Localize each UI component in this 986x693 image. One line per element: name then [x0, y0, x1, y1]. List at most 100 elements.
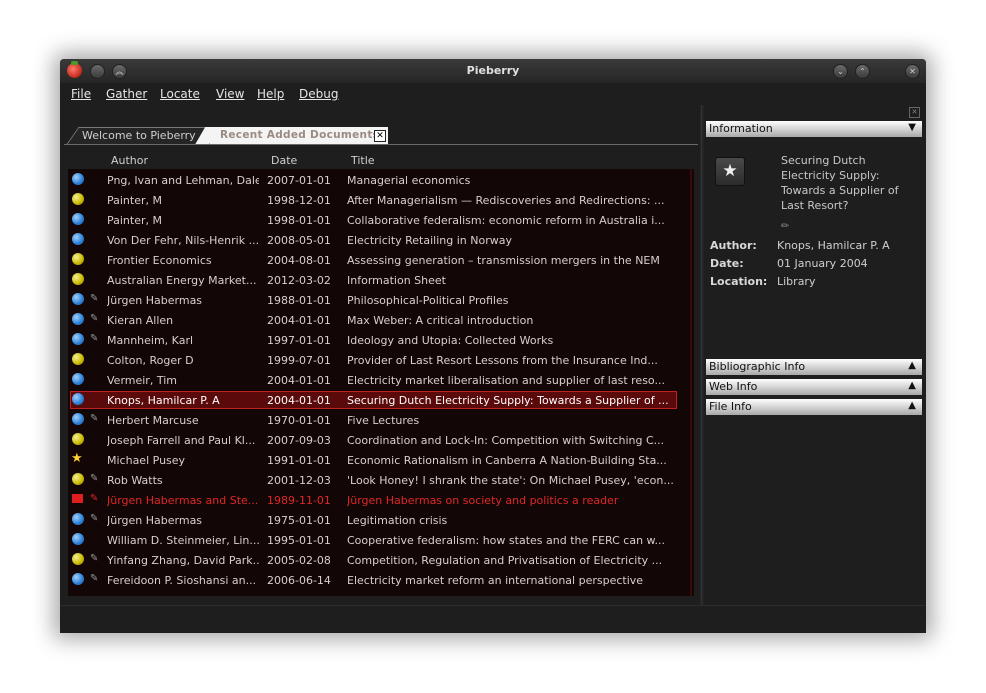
blue-status-icon [72, 333, 84, 345]
table-row[interactable]: ✎ Yinfang Zhang, David Park... 2005-02-08 C… [68, 550, 694, 570]
table-row[interactable]: Png, Ivan and Lehman, Dale 2007-01-01 Mana… [68, 170, 694, 190]
blue-status-icon [72, 413, 84, 425]
pen-icon: ✎ [90, 313, 99, 324]
close-tab-icon[interactable]: ✕ [374, 130, 386, 142]
cell-title: Collaborative federalism: economic refor… [347, 214, 665, 227]
table-row[interactable]: ✎ Fereidoon P. Sioshansi an... 2006-06-14 E… [68, 570, 694, 590]
section-bibliographic-label: Bibliographic Info [709, 360, 806, 373]
cell-date: 2004-01-01 [267, 394, 331, 407]
menu-file[interactable]: File [71, 87, 91, 101]
table-row[interactable]: Joseph Farrell and Paul Kl... 2007-09-03 C… [68, 430, 694, 450]
cell-author: Herbert Marcuse [107, 414, 199, 427]
cell-title: 'Look Honey! I shrank the state': On Mic… [347, 474, 673, 487]
menu-help[interactable]: Help [257, 87, 284, 101]
table-row[interactable]: ✎ Jürgen Habermas 1988-01-01 Philosophical-… [68, 290, 694, 310]
info-pane: ✕ Information ▼ ★ Securing Dutch Electri… [706, 105, 926, 605]
table-row[interactable]: ✎ Rob Watts 2001-12-03 'Look Honey! I shran… [68, 470, 694, 490]
star-icon-button[interactable]: ★ [715, 157, 745, 186]
cell-author: Von Der Fehr, Nils-Henrik ... [107, 234, 259, 247]
section-web-info[interactable]: Web Info ▲ [706, 379, 922, 395]
section-file-label: File Info [709, 400, 752, 413]
column-header-author[interactable]: Author [111, 154, 148, 167]
table-row[interactable]: ✎ Mannheim, Karl 1997-01-01 Ideology and Ut… [68, 330, 694, 350]
table-row[interactable]: Frontier Economics 2004-08-01 Assessing ge… [68, 250, 694, 270]
close-pane-icon[interactable]: ✕ [909, 107, 920, 118]
table-row[interactable]: Knops, Hamilcar P. A 2004-01-01 Securing D… [68, 390, 694, 410]
cell-title: Competition, Regulation and Privatisatio… [347, 554, 663, 567]
info-document-title: Securing Dutch Electricity Supply: Towar… [781, 154, 899, 212]
table-row[interactable]: Painter, M 1998-12-01 After Managerialism … [68, 190, 694, 210]
expand-arrow-icon: ▲ [908, 360, 916, 371]
cell-title: Ideology and Utopia: Collected Works [347, 334, 554, 347]
list-edge-bar [690, 169, 692, 596]
table-row[interactable]: Colton, Roger D 1999-07-01 Provider of Las… [68, 350, 694, 370]
blue-status-icon [72, 393, 84, 405]
cell-date: 2008-05-01 [267, 234, 331, 247]
cell-title: Electricity market reform an internation… [347, 574, 644, 587]
table-row[interactable]: ✎ Jürgen Habermas 1975-01-01 Legitimation c… [68, 510, 694, 530]
pane-splitter[interactable] [700, 105, 704, 605]
list-header: Author Date Title [68, 151, 694, 169]
pen-icon: ✎ [90, 293, 99, 304]
blue-status-icon [72, 313, 84, 325]
table-row[interactable]: ✎ Herbert Marcuse 1970-01-01 Five Lectures [68, 410, 694, 430]
cell-title: Jürgen Habermas on society and politics … [347, 494, 619, 507]
cell-author: Yinfang Zhang, David Park... [107, 554, 259, 567]
menu-view[interactable]: View [216, 87, 244, 101]
cell-author: Knops, Hamilcar P. A [107, 394, 220, 407]
cell-author: Jürgen Habermas [107, 294, 203, 307]
cell-title: Economic Rationalism in Canberra A Natio… [347, 454, 667, 467]
column-header-date[interactable]: Date [271, 154, 297, 167]
info-author-label: Author: [710, 239, 757, 252]
tab-recent-added-documents[interactable]: Recent Added Documents ✕ [210, 127, 388, 145]
expand-arrow-icon: ▲ [908, 400, 916, 411]
maximize-button[interactable]: ⌃ [855, 64, 870, 79]
close-window-button[interactable]: ✕ [905, 64, 920, 79]
minimize-button[interactable]: ⌄ [833, 64, 848, 79]
info-date-label: Date: [710, 257, 744, 270]
cell-date: 1989-11-01 [267, 494, 331, 507]
info-location-value: Library [777, 275, 816, 288]
cell-author: Mannheim, Karl [107, 334, 194, 347]
pencil-icon[interactable]: ✏ [781, 221, 789, 232]
cell-title: Coordination and Lock-In: Competition wi… [347, 434, 665, 447]
section-file-info[interactable]: File Info ▲ [706, 399, 922, 415]
section-information[interactable]: Information ▼ [706, 121, 922, 137]
cell-date: 2004-01-01 [267, 374, 331, 387]
table-row[interactable]: William D. Steinmeier, Lin... 1995-01-01 C… [68, 530, 694, 550]
title-bar: ︽ Pieberry ⌄ ⌃ ✕ [60, 59, 926, 83]
column-header-title[interactable]: Title [351, 154, 375, 167]
document-list[interactable]: Author Date Title Png, Ivan and Lehman, … [68, 151, 694, 596]
cell-date: 2006-06-14 [267, 574, 331, 587]
cell-date: 2012-03-02 [267, 274, 331, 287]
blue-status-icon [72, 173, 84, 185]
collapse-arrow-icon: ▼ [908, 122, 916, 133]
cell-date: 1998-01-01 [267, 214, 331, 227]
menu-debug[interactable]: Debug [299, 87, 338, 101]
cell-author: Colton, Roger D [107, 354, 194, 367]
table-row[interactable]: ✎ Kieran Allen 2004-01-01 Max Weber: A crit… [68, 310, 694, 330]
yellow-status-icon [72, 193, 84, 205]
table-row[interactable]: ★ Michael Pusey 1991-01-01 Economic Rationa… [68, 450, 694, 470]
yellow-status-icon [72, 273, 84, 285]
table-row[interactable]: Von Der Fehr, Nils-Henrik ... 2008-05-01 E… [68, 230, 694, 250]
cell-title: Legitimation crisis [347, 514, 448, 527]
menu-gather[interactable]: Gather [106, 87, 147, 101]
cell-date: 2007-09-03 [267, 434, 331, 447]
info-location-label: Location: [710, 275, 768, 288]
table-row[interactable]: Painter, M 1998-01-01 Collaborative federa… [68, 210, 694, 230]
star-icon: ★ [71, 451, 83, 463]
table-row[interactable]: ✎ Jürgen Habermas and Ste... 1989-11-01 Jür… [68, 490, 694, 510]
pen-icon: ✎ [90, 573, 99, 584]
menu-locate[interactable]: Locate [160, 87, 200, 101]
blue-status-icon [72, 373, 84, 385]
yellow-status-icon [72, 353, 84, 365]
cell-author: Kieran Allen [107, 314, 174, 327]
table-row[interactable]: Australian Energy Market... 2012-03-02 Inf… [68, 270, 694, 290]
cell-author: Painter, M [107, 194, 162, 207]
tab-welcome[interactable]: Welcome to Pieberry [66, 127, 210, 145]
cell-author: Jürgen Habermas [107, 514, 203, 527]
cell-title: Electricity Retailing in Norway [347, 234, 512, 247]
section-bibliographic-info[interactable]: Bibliographic Info ▲ [706, 359, 922, 375]
table-row[interactable]: Vermeir, Tim 2004-01-01 Electricity market… [68, 370, 694, 390]
